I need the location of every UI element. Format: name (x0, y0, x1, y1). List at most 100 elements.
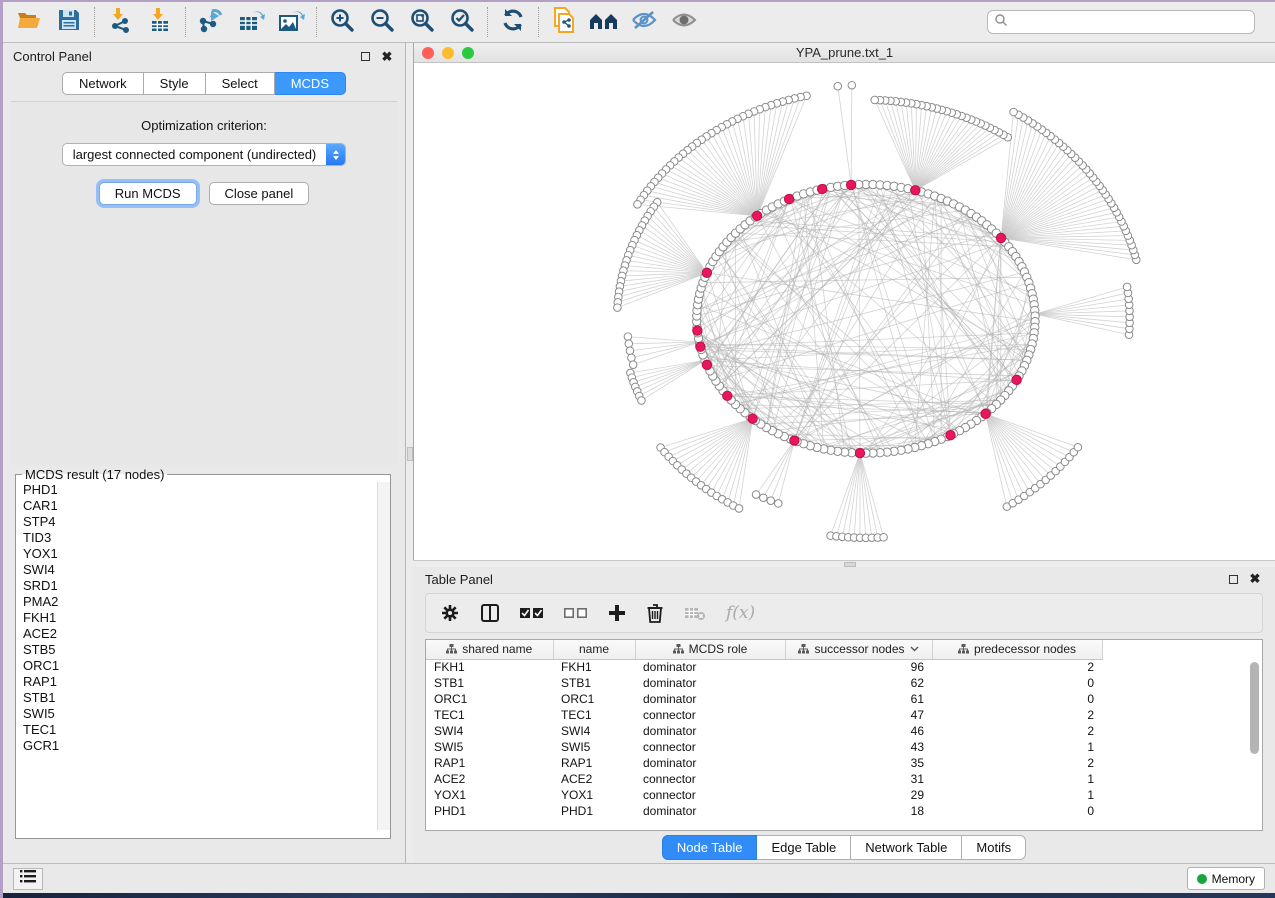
memory-button[interactable]: Memory (1187, 867, 1265, 890)
table-cell[interactable]: RAP1 (426, 755, 553, 771)
table-cell[interactable]: SWI5 (553, 739, 635, 755)
network-mcds-node[interactable] (846, 180, 855, 189)
network-mcds-node[interactable] (1012, 375, 1021, 384)
tab-mcds[interactable]: MCDS (275, 72, 346, 95)
table-cell[interactable]: RAP1 (553, 755, 635, 771)
table-cell[interactable]: ACE2 (426, 771, 553, 787)
table-cell[interactable]: 46 (785, 723, 932, 739)
mcds-result-item[interactable]: YOX1 (23, 546, 390, 562)
table-cell[interactable]: YOX1 (426, 787, 553, 803)
mcds-list-scrollbar[interactable] (377, 482, 390, 830)
network-mcds-node[interactable] (946, 431, 955, 440)
mcds-result-item[interactable]: STP4 (23, 514, 390, 530)
mcds-result-item[interactable]: ORC1 (23, 658, 390, 674)
mcds-result-item[interactable]: STB5 (23, 642, 390, 658)
network-mcds-node[interactable] (911, 186, 920, 195)
column-header-MCDS-role[interactable]: MCDS role (635, 640, 785, 659)
table-cell[interactable]: 29 (785, 787, 932, 803)
table-cell[interactable]: ACE2 (553, 771, 635, 787)
tab-node-table[interactable]: Node Table (662, 835, 758, 860)
table-cell[interactable]: 62 (785, 675, 932, 691)
table-cell[interactable]: dominator (635, 723, 785, 739)
table-vertical-scrollbar[interactable] (1250, 662, 1259, 754)
network-mcds-node[interactable] (723, 391, 732, 400)
table-cell[interactable]: 61 (785, 691, 932, 707)
network-leaf-node[interactable] (871, 96, 879, 104)
table-cell[interactable]: ORC1 (553, 691, 635, 707)
table-row[interactable]: ORC1ORC1dominator610 (426, 691, 1102, 707)
apply-layout-button[interactable] (493, 5, 533, 39)
column-header-successor-nodes[interactable]: successor nodes (785, 640, 932, 659)
open-folder-button[interactable] (9, 5, 49, 39)
splitter-grip[interactable] (844, 562, 856, 567)
table-row[interactable]: ACE2ACE2connector311 (426, 771, 1102, 787)
table-cell[interactable]: 2 (932, 707, 1102, 723)
table-cell[interactable]: TEC1 (553, 707, 635, 723)
network-leaf-node[interactable] (1074, 443, 1082, 451)
column-header-name[interactable]: name (553, 640, 635, 659)
table-cell[interactable]: 1 (932, 787, 1102, 803)
show-all-button[interactable] (664, 5, 704, 39)
table-cell[interactable]: 47 (785, 707, 932, 723)
table-row[interactable]: TEC1TEC1connector472 (426, 707, 1102, 723)
table-cell[interactable]: STB1 (553, 675, 635, 691)
mcds-result-item[interactable]: TID3 (23, 530, 390, 546)
tab-style[interactable]: Style (144, 72, 206, 95)
mcds-result-item[interactable]: FKH1 (23, 610, 390, 626)
network-leaf-node[interactable] (624, 333, 632, 341)
table-cell[interactable]: TEC1 (426, 707, 553, 723)
splitter-grip[interactable] (407, 447, 413, 461)
mcds-result-item[interactable]: ACE2 (23, 626, 390, 642)
network-leaf-node[interactable] (760, 494, 768, 502)
import-network-button[interactable] (100, 5, 140, 39)
table-cell[interactable]: 2 (932, 723, 1102, 739)
node-table[interactable]: shared namenameMCDS rolesuccessor nodesp… (426, 640, 1103, 819)
close-panel-button[interactable]: Close panel (209, 182, 310, 205)
network-leaf-node[interactable] (767, 497, 775, 505)
table-cell[interactable]: 96 (785, 659, 932, 675)
network-mcds-node[interactable] (748, 414, 757, 423)
close-panel-icon[interactable]: ✖ (379, 49, 395, 65)
select-all-icon[interactable] (520, 606, 544, 620)
table-cell[interactable]: YOX1 (553, 787, 635, 803)
network-leaf-node[interactable] (1123, 283, 1131, 291)
mcds-result-item[interactable]: STB1 (23, 690, 390, 706)
table-cell[interactable]: dominator (635, 691, 785, 707)
network-leaf-node[interactable] (625, 340, 633, 348)
search-input[interactable] (1008, 15, 1248, 29)
network-leaf-node[interactable] (634, 201, 642, 209)
table-cell[interactable]: dominator (635, 755, 785, 771)
table-row[interactable]: YOX1YOX1connector291 (426, 787, 1102, 803)
network-graph[interactable] (414, 63, 1275, 557)
table-row[interactable]: PHD1PHD1dominator180 (426, 803, 1102, 819)
network-mcds-node[interactable] (855, 448, 864, 457)
table-cell[interactable]: connector (635, 787, 785, 803)
run-mcds-button[interactable]: Run MCDS (99, 182, 197, 205)
tab-select[interactable]: Select (206, 72, 275, 95)
network-mcds-node[interactable] (784, 194, 793, 203)
mcds-result-list[interactable]: PHD1CAR1STP4TID3YOX1SWI4SRD1PMA2FKH1ACE2… (16, 482, 390, 830)
network-mcds-node[interactable] (696, 342, 705, 351)
network-leaf-node[interactable] (629, 361, 637, 369)
table-row[interactable]: STB1STB1dominator620 (426, 675, 1102, 691)
table-cell[interactable]: 2 (932, 755, 1102, 771)
table-row[interactable]: SWI4SWI4dominator462 (426, 723, 1102, 739)
network-leaf-node[interactable] (880, 533, 888, 541)
split-view-icon[interactable] (480, 603, 500, 623)
table-cell[interactable]: 35 (785, 755, 932, 771)
delete-column-icon[interactable] (646, 603, 664, 623)
network-mcds-node[interactable] (702, 268, 711, 277)
zoom-in-button[interactable] (322, 5, 362, 39)
optimization-criterion-select[interactable]: largest connected component (undirected) (62, 143, 347, 166)
mcds-result-item[interactable]: CAR1 (23, 498, 390, 514)
table-cell[interactable]: dominator (635, 659, 785, 675)
first-neighbors-button[interactable] (584, 5, 624, 39)
table-cell[interactable]: ORC1 (426, 691, 553, 707)
table-cell[interactable]: SWI4 (426, 723, 553, 739)
network-leaf-node[interactable] (834, 82, 842, 90)
clone-network-button[interactable] (544, 5, 584, 39)
network-leaf-node[interactable] (1010, 108, 1018, 116)
column-header-shared-name[interactable]: shared name (426, 640, 553, 659)
export-image-button[interactable] (271, 5, 311, 39)
network-mcds-node[interactable] (981, 409, 990, 418)
